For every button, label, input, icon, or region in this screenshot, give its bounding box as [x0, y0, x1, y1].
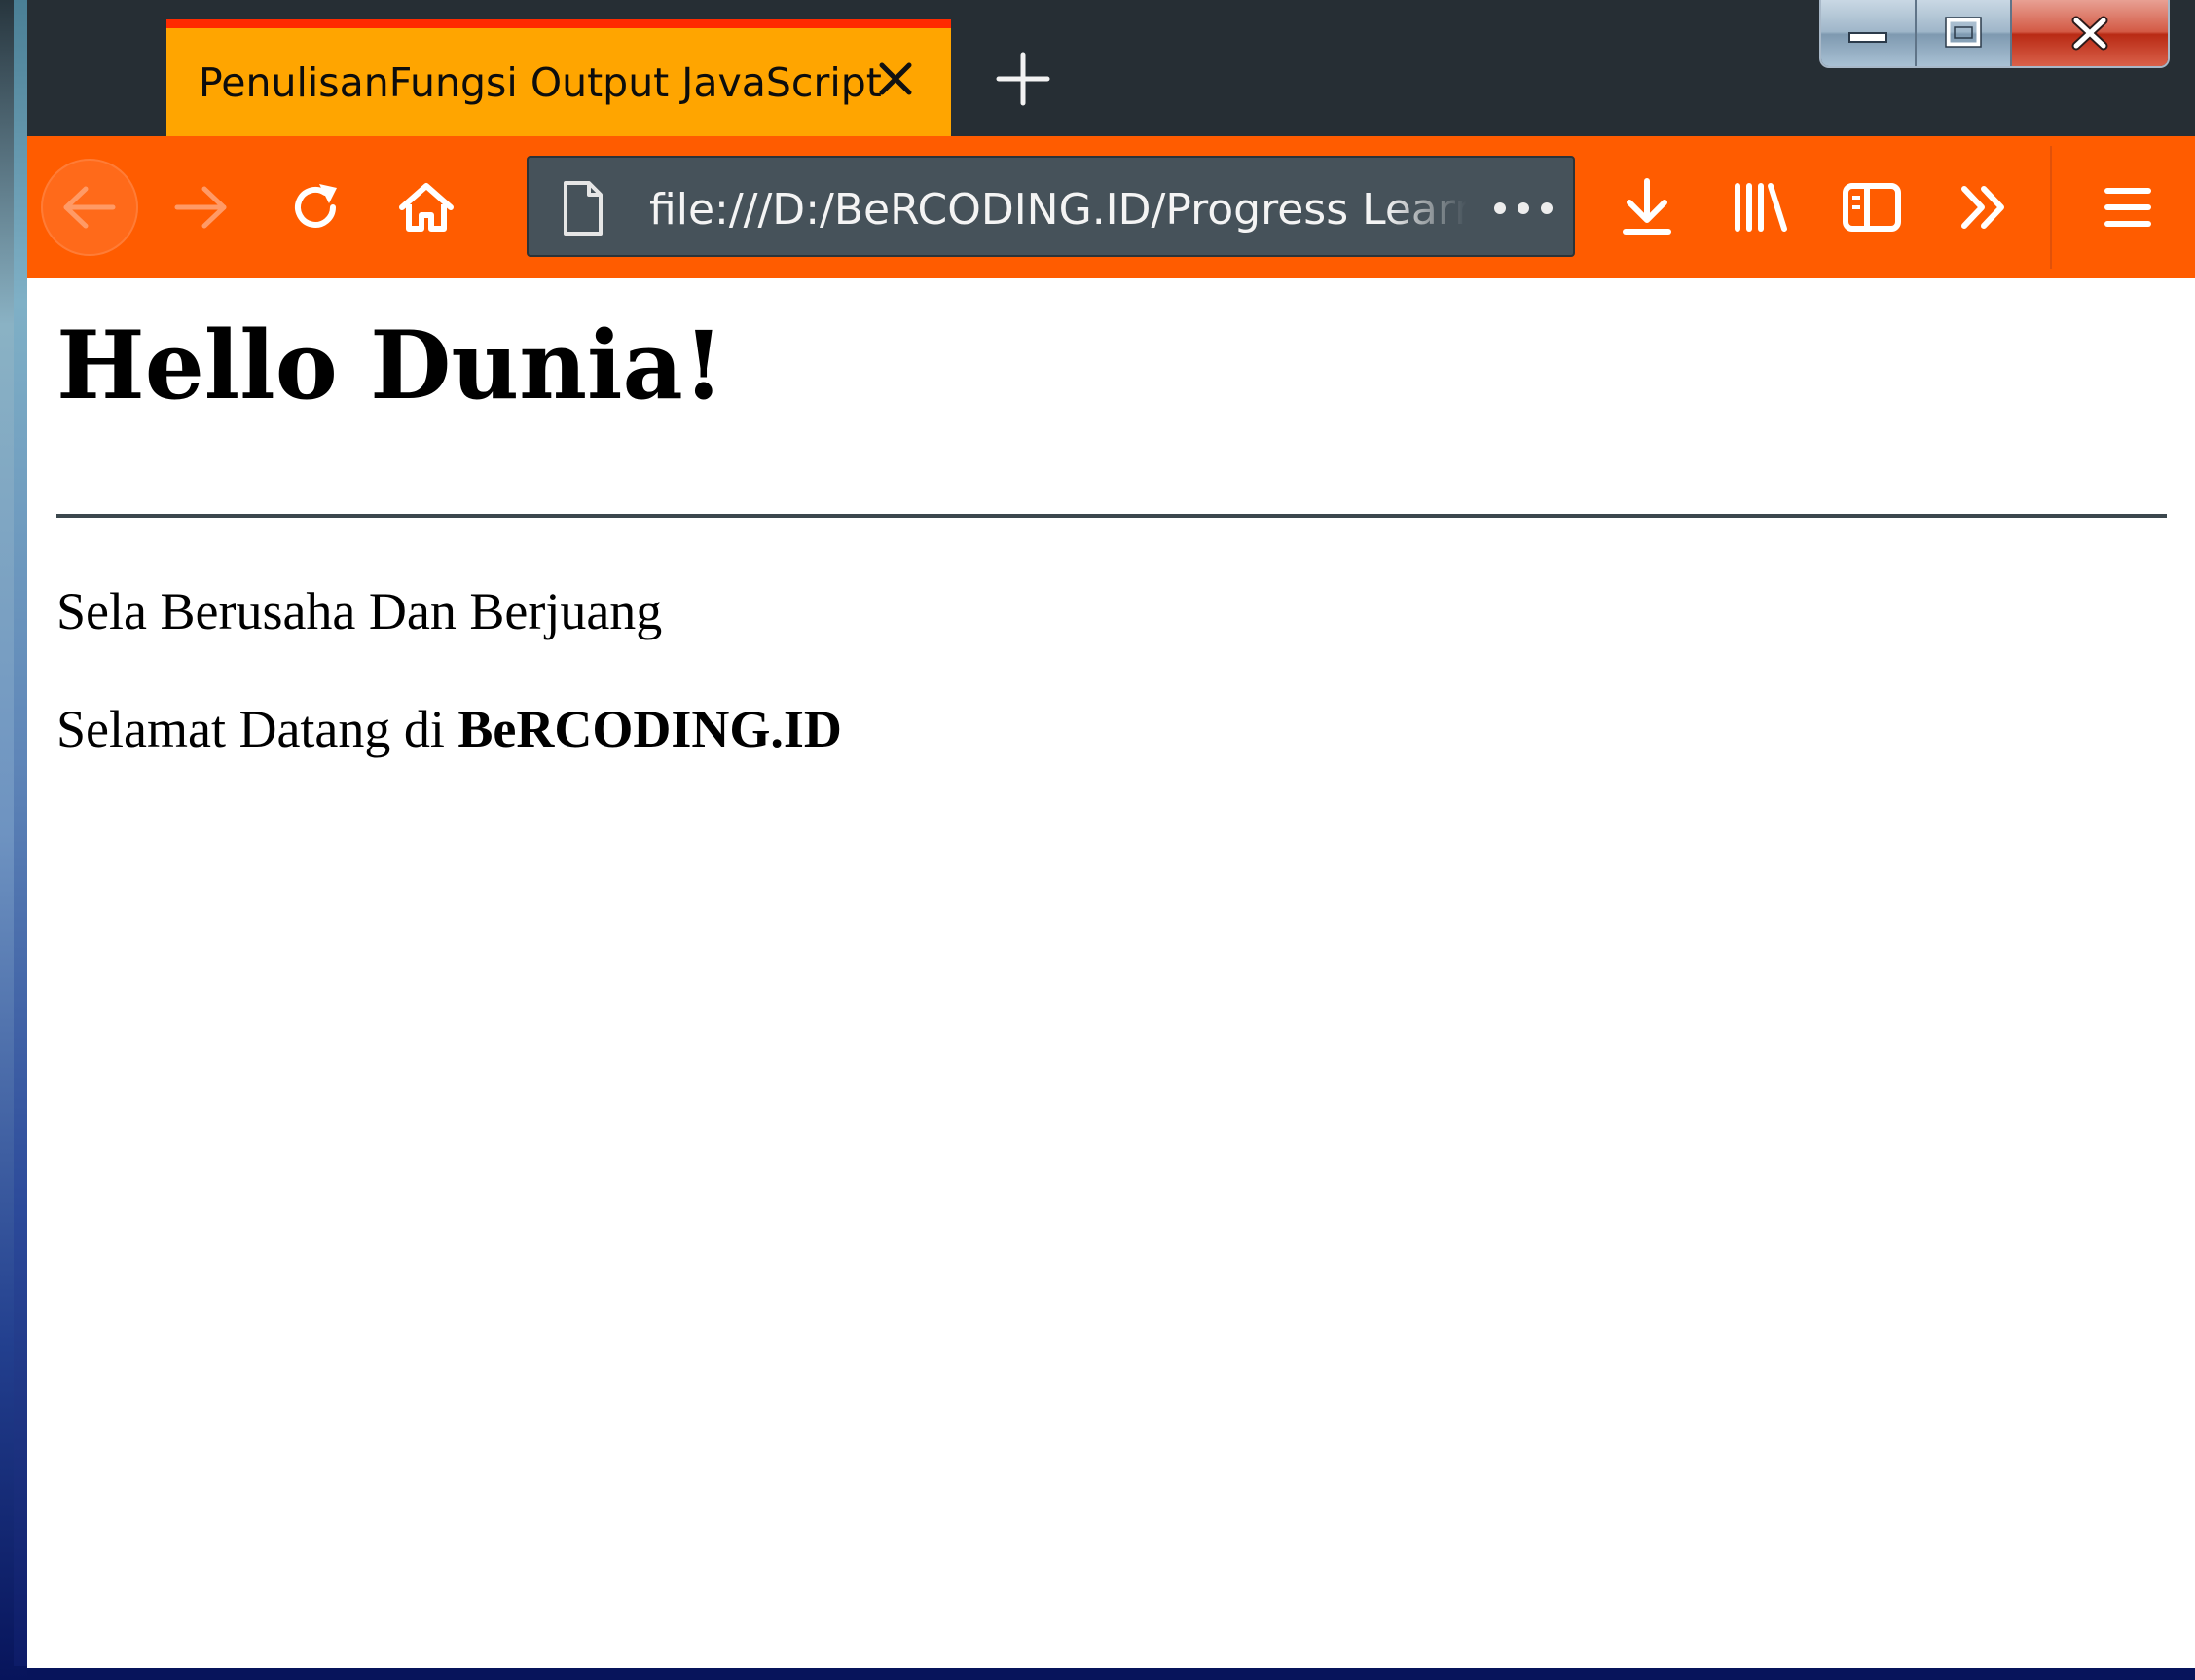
welcome-text: Selamat Datang di	[56, 700, 458, 758]
close-window-button[interactable]	[2012, 0, 2168, 66]
close-tab-icon[interactable]	[872, 55, 919, 102]
paragraph-motto: Sela Berusaha Dan Berjuang	[56, 582, 663, 640]
overflow-chevron-icon	[1961, 186, 2004, 229]
forward-button[interactable]	[152, 159, 249, 256]
home-button[interactable]	[378, 159, 475, 256]
reload-button[interactable]	[267, 159, 364, 256]
back-button[interactable]	[41, 159, 138, 256]
tab-active[interactable]: PenulisanFungsi Output JavaScript	[166, 19, 951, 136]
sidebar-button[interactable]	[1823, 159, 1921, 256]
home-icon	[399, 183, 454, 232]
library-button[interactable]	[1711, 159, 1809, 256]
forward-arrow-icon	[174, 186, 227, 229]
site-name: BeRCODING.ID	[457, 700, 842, 758]
page-content: Hello Dunia! Sela Berusaha Dan Berjuang …	[27, 278, 2195, 1668]
minimize-icon	[1848, 32, 1887, 43]
navigation-toolbar: file:///D:/BeRCODING.ID/Progress Learnin…	[27, 136, 2195, 278]
browser-window: PenulisanFungsi Output JavaScript file:/…	[0, 0, 2195, 1680]
window-bottom-border	[27, 1668, 2195, 1680]
back-arrow-icon	[63, 186, 116, 229]
paragraph-welcome: Selamat Datang di BeRCODING.ID	[56, 703, 842, 755]
window-controls	[1819, 0, 2170, 68]
download-icon	[1623, 178, 1671, 235]
hamburger-menu-icon	[2104, 188, 2151, 227]
close-icon	[2071, 16, 2108, 51]
page-actions-icon[interactable]	[1486, 179, 1560, 237]
url-text[interactable]: file:///D:/BeRCODING.ID/Progress Learnin…	[649, 185, 1467, 235]
downloads-button[interactable]	[1598, 159, 1696, 256]
tab-title: PenulisanFungsi Output JavaScript	[199, 59, 882, 106]
maximize-button[interactable]	[1917, 0, 2012, 66]
overflow-button[interactable]	[1935, 159, 2032, 256]
reload-icon	[295, 184, 337, 228]
toolbar-divider	[2050, 146, 2052, 269]
minimize-button[interactable]	[1821, 0, 1917, 66]
address-bar[interactable]: file:///D:/BeRCODING.ID/Progress Learnin…	[527, 156, 1575, 257]
maximize-icon	[1945, 17, 1982, 48]
library-icon	[1735, 183, 1787, 232]
sidebar-icon	[1843, 183, 1901, 232]
horizontal-rule	[56, 514, 2167, 518]
menu-button[interactable]	[2079, 159, 2177, 256]
page-heading: Hello Dunia!	[56, 310, 724, 420]
new-tab-plus-icon[interactable]	[995, 51, 1051, 107]
page-icon	[564, 181, 603, 236]
